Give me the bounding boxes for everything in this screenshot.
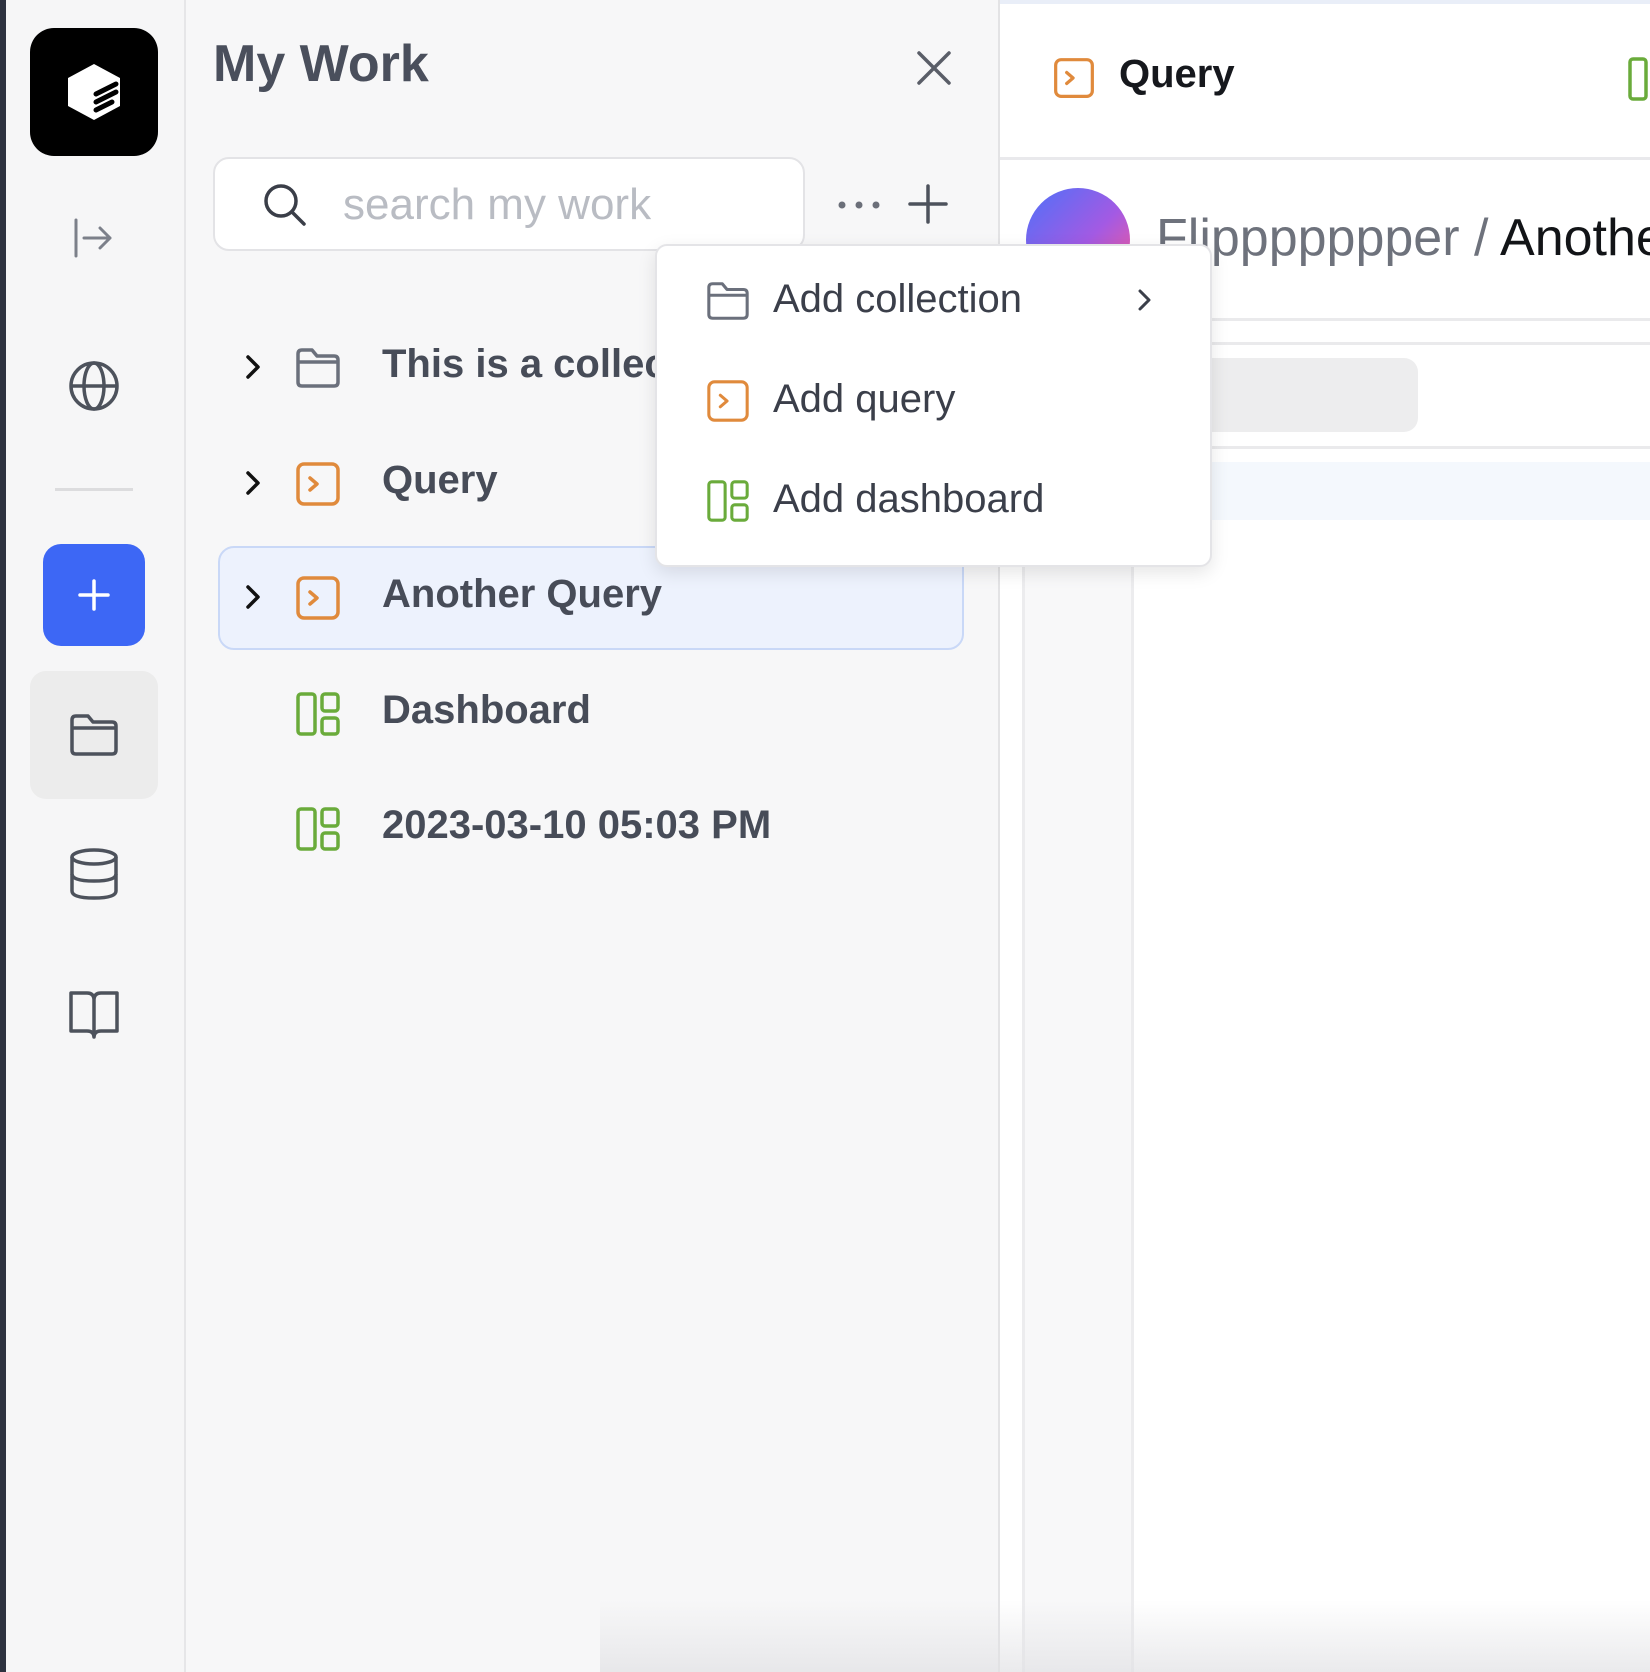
menu-item-label: Add query [773,377,956,421]
breadcrumb-title[interactable]: Anothe [1500,209,1650,267]
more-options-button[interactable] [831,180,887,230]
tree-item-label: Another Query [382,572,663,616]
window-edge [0,0,6,1672]
query-icon [296,576,340,620]
plus-icon [908,184,948,224]
rail-divider [55,488,133,491]
search-icon [264,184,306,226]
search-box [213,157,805,251]
tree-item-label: Dashboard [382,688,591,732]
logo-icon [68,64,120,120]
my-work-button[interactable] [30,671,158,799]
database-icon [70,848,118,900]
active-line-highlight [1200,462,1650,520]
chevron-right-icon[interactable] [236,466,270,500]
add-button[interactable] [900,176,956,232]
folder-icon [70,714,118,756]
editor-tab-chip[interactable]: y [1180,358,1418,432]
chevron-right-icon[interactable] [236,580,270,614]
query-icon [707,380,749,422]
expand-sidebar-button[interactable] [30,174,158,302]
app-logo[interactable] [30,28,158,156]
tree-item-dashboard[interactable]: Dashboard [218,662,964,766]
bottom-shade [600,1600,1650,1672]
menu-item-add-dashboard[interactable]: Add dashboard [657,450,1210,550]
dashboard-icon[interactable] [1628,56,1650,102]
dashboard-icon [707,480,749,522]
globe-icon [69,361,119,411]
folder-icon [707,282,749,320]
more-icon [838,201,880,209]
query-icon [296,462,340,506]
breadcrumb-separator: / [1474,209,1489,267]
docs-button[interactable] [30,950,158,1078]
close-icon [917,51,951,85]
panel-title: My Work [213,35,429,93]
menu-item-label: Add dashboard [773,477,1045,521]
close-panel-button[interactable] [908,42,960,94]
tree-item-label: Query [382,458,498,502]
plus-icon [78,579,110,611]
editor-header: Query [1000,0,1650,160]
editor-gutter [1022,446,1134,1672]
menu-item-label: Add collection [773,277,1023,321]
dashboard-icon [296,692,340,736]
menu-item-add-collection[interactable]: Add collection [657,250,1210,350]
folder-icon [296,348,340,388]
dashboard-icon [296,807,340,851]
explore-button[interactable] [30,322,158,450]
search-input[interactable] [343,173,783,237]
expand-arrow-icon [74,218,112,258]
menu-item-add-query[interactable]: Add query [657,350,1210,450]
chevron-right-icon[interactable] [236,350,270,384]
add-menu: Add collection Add query Add dashboard [655,244,1212,567]
chevron-right-icon [1138,289,1151,311]
icon-rail [0,0,186,1672]
query-icon [1054,58,1094,98]
new-item-button[interactable] [43,544,145,646]
editor-tab-title[interactable]: Query [1119,52,1235,97]
book-icon [69,991,119,1039]
tree-item-dashboard[interactable]: 2023-03-10 05:03 PM [218,777,964,881]
tree-item-label: 2023-03-10 05:03 PM [382,803,772,847]
data-button[interactable] [30,810,158,938]
tree-item-label: This is a collect [382,342,680,386]
breadcrumb: Flippppppper / Anothe [1156,208,1650,268]
